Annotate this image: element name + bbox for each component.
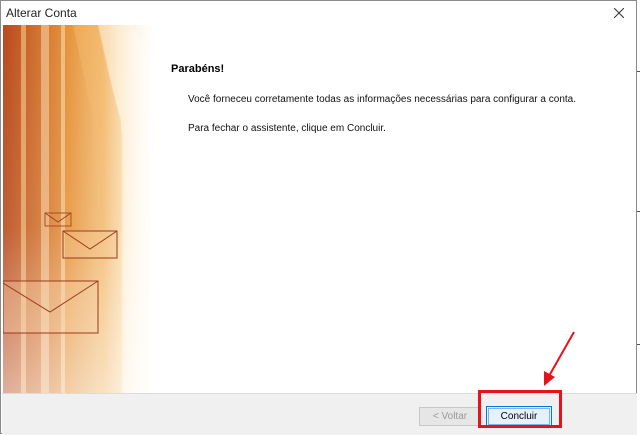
close-button[interactable] <box>608 3 630 23</box>
window-title: Alterar Conta <box>6 6 77 20</box>
success-message: Você forneceu corretamente todas as info… <box>188 94 576 105</box>
close-instruction: Para fechar o assistente, clique em Conc… <box>188 123 386 134</box>
title-bar: Alterar Conta <box>1 1 636 25</box>
back-button[interactable]: < Voltar <box>419 407 481 426</box>
envelope-icon <box>3 280 99 334</box>
completion-heading: Parabéns! <box>171 63 225 75</box>
close-icon <box>614 8 624 18</box>
finish-button[interactable]: Concluir <box>486 406 552 427</box>
setup-dialog: Alterar Conta Parabéns! Você forneceu co… <box>0 0 637 435</box>
envelope-icon <box>62 230 118 259</box>
wizard-side-image <box>3 25 151 393</box>
wizard-content: Parabéns! Você forneceu corretamente tod… <box>151 25 636 393</box>
button-bar: < Voltar Concluir <box>2 393 637 435</box>
